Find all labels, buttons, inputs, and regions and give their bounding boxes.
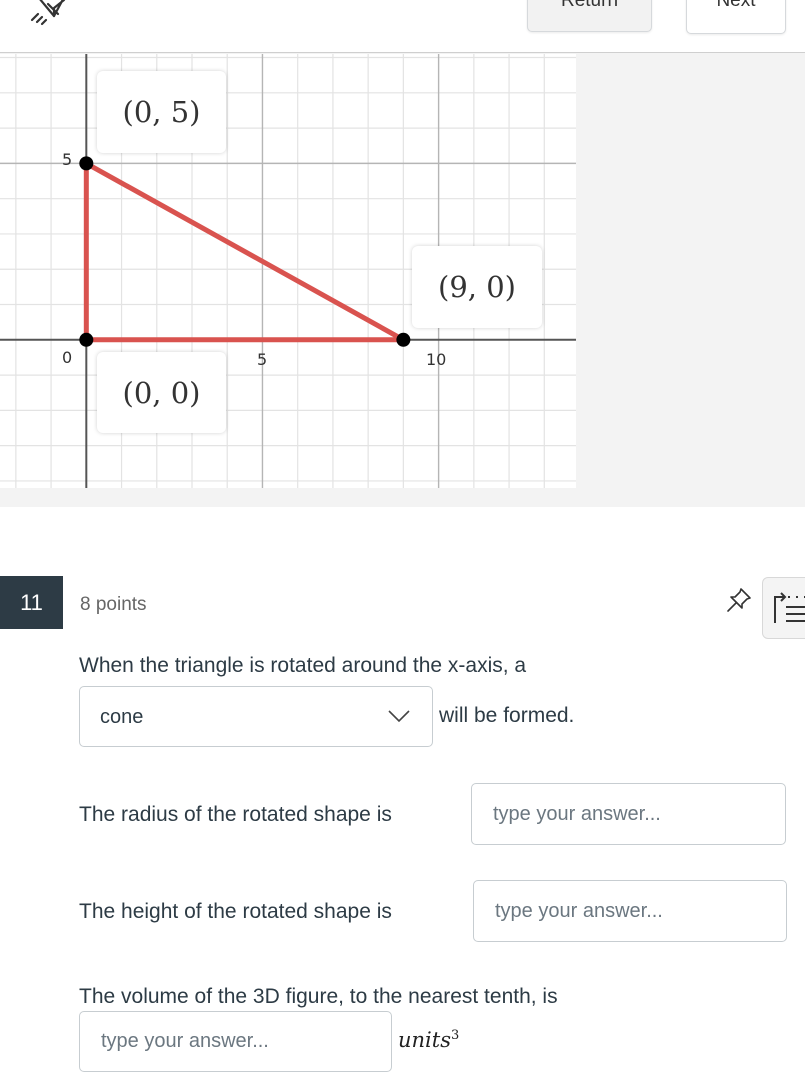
units-exponent: 3 (450, 1028, 460, 1043)
radius-label: The radius of the rotated shape is (79, 803, 392, 826)
point-0-0 (79, 332, 94, 347)
y-tick-label-5: 5 (62, 150, 73, 169)
point-label-9-0: (9, 0) (412, 246, 542, 328)
question-number-badge: 11 (0, 576, 63, 629)
next-button[interactable]: Next (686, 0, 786, 34)
toolbar: Return Next (0, 0, 805, 52)
question-list-button[interactable] (762, 577, 805, 639)
x-tick-label-0: 0 (62, 348, 73, 367)
x-tick-label-10: 10 (426, 350, 447, 369)
question-text-line2: will be formed. (439, 704, 575, 727)
x-tick-label-5: 5 (257, 350, 268, 369)
chevron-down-icon (388, 710, 410, 723)
volume-label: The volume of the 3D figure, to the near… (79, 985, 558, 1008)
question-points: 8 points (80, 594, 147, 615)
highlighter-icon[interactable] (24, 0, 76, 30)
volume-input[interactable] (79, 1011, 392, 1072)
point-label-0-5: (0, 5) (97, 71, 226, 153)
radius-input[interactable] (471, 783, 786, 845)
dropdown-selected-value: cone (100, 706, 144, 728)
point-0-5 (79, 156, 94, 171)
question-text-line1: When the triangle is rotated around the … (79, 654, 527, 677)
question-list-icon (774, 592, 805, 623)
point-9-0 (396, 332, 411, 347)
shape-dropdown[interactable]: cone (79, 686, 433, 747)
return-button-label: Return (560, 0, 619, 11)
point-label-0-0: (0, 0) (97, 352, 226, 433)
next-button-label: Next (716, 0, 756, 11)
units-text: units (398, 1028, 451, 1052)
height-input[interactable] (473, 880, 787, 942)
height-label: The height of the rotated shape is (79, 900, 392, 923)
return-button[interactable]: Return (527, 0, 652, 32)
pin-icon[interactable] (724, 585, 754, 615)
units-label: units3 (398, 1028, 459, 1052)
